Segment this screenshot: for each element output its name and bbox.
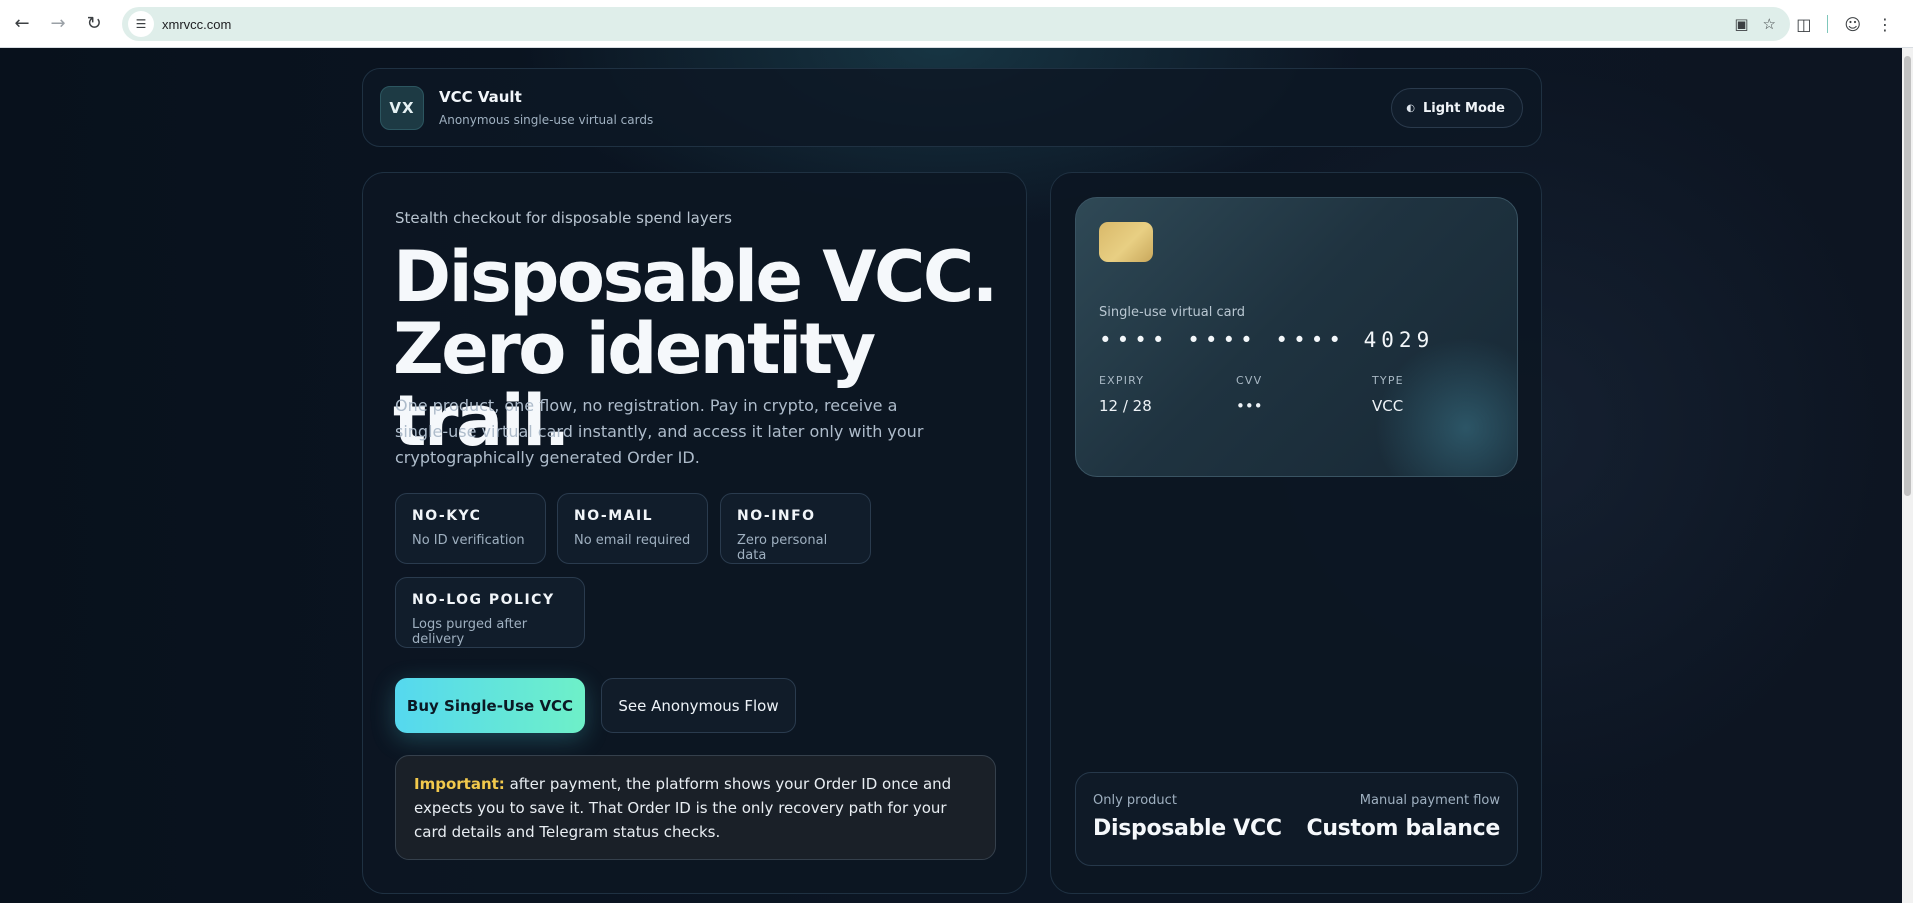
- logo[interactable]: VX: [380, 86, 424, 130]
- forward-icon[interactable]: →: [42, 8, 74, 40]
- buy-vcc-button[interactable]: Buy Single-Use VCC: [395, 678, 585, 733]
- type-label: TYPE: [1372, 374, 1404, 387]
- contrast-icon: ◐: [1406, 102, 1415, 114]
- translate-icon[interactable]: ▣: [1734, 15, 1748, 33]
- hero-lead: One product, one flow, no registration. …: [395, 396, 924, 467]
- bookmark-star-icon[interactable]: ☆: [1763, 15, 1776, 33]
- feature-title: NO-INFO: [737, 508, 816, 524]
- summary-product: Only product Disposable VCC: [1093, 793, 1282, 841]
- toolbar-divider: [1827, 15, 1829, 33]
- card-label: Single-use virtual card: [1099, 305, 1245, 320]
- card-expiry: EXPIRY 12 / 28: [1099, 374, 1152, 415]
- notice-label: Important:: [414, 775, 505, 793]
- site-info-icon[interactable]: ☰: [128, 11, 154, 37]
- scrollbar-thumb[interactable]: [1904, 56, 1911, 496]
- profile-icon[interactable]: ☺: [1844, 15, 1861, 34]
- browser-toolbar: ← → ↻ ☰ xmrvcc.com ▣ ☆ ◫ ☺ ⋮: [0, 0, 1913, 48]
- feature-no-kyc: NO-KYC No ID verification: [395, 493, 546, 564]
- site-header: VX VCC Vault Anonymous single-use virtua…: [362, 68, 1542, 147]
- hero-panel: Stealth checkout for disposable spend la…: [362, 172, 1027, 894]
- card-chip-icon: [1099, 222, 1153, 262]
- feature-no-mail: NO-MAIL No email required: [557, 493, 708, 564]
- expiry-value: 12 / 28: [1099, 397, 1152, 415]
- summary-product-label: Only product: [1093, 793, 1177, 808]
- summary-payment: Manual payment flow Custom balance: [1306, 793, 1500, 841]
- feature-title: NO-MAIL: [574, 508, 654, 524]
- feature-title: NO-LOG POLICY: [412, 592, 555, 608]
- order-id-notice: Important: after payment, the platform s…: [395, 755, 996, 860]
- feature-desc: No email required: [574, 533, 691, 548]
- feature-no-info: NO-INFO Zero personal data: [720, 493, 871, 564]
- cvv-value: •••: [1236, 397, 1263, 415]
- feature-no-log-policy: NO-LOG POLICY Logs purged after delivery: [395, 577, 585, 648]
- theme-toggle-button[interactable]: ◐ Light Mode: [1391, 88, 1523, 128]
- page-scrollbar[interactable]: [1902, 48, 1913, 903]
- summary-payment-label: Manual payment flow: [1359, 793, 1500, 808]
- hero-eyebrow: Stealth checkout for disposable spend la…: [395, 209, 732, 227]
- extensions-icon[interactable]: ◫: [1796, 15, 1811, 34]
- card-type: TYPE VCC: [1372, 374, 1404, 415]
- card-cvv: CVV •••: [1236, 374, 1263, 415]
- feature-title: NO-KYC: [412, 508, 482, 524]
- reload-icon[interactable]: ↻: [78, 8, 110, 40]
- virtual-card: Single-use virtual card •••• •••• •••• 4…: [1075, 197, 1518, 477]
- see-flow-button[interactable]: See Anonymous Flow: [601, 678, 796, 733]
- card-preview-panel: Single-use virtual card •••• •••• •••• 4…: [1050, 172, 1542, 894]
- brand-subtitle: Anonymous single-use virtual cards: [439, 113, 654, 127]
- url-text[interactable]: xmrvcc.com: [162, 17, 231, 32]
- theme-toggle-label: Light Mode: [1422, 100, 1505, 116]
- summary-product-value: Disposable VCC: [1093, 816, 1282, 841]
- feature-desc: Logs purged after delivery: [412, 617, 528, 647]
- brand-title: VCC Vault: [439, 88, 522, 106]
- address-bar[interactable]: ☰ xmrvcc.com ▣ ☆: [122, 7, 1790, 41]
- menu-icon[interactable]: ⋮: [1877, 15, 1893, 34]
- page: VX VCC Vault Anonymous single-use virtua…: [0, 48, 1913, 903]
- feature-desc: No ID verification: [412, 533, 525, 548]
- type-value: VCC: [1372, 397, 1404, 415]
- feature-desc: Zero personal data: [737, 533, 828, 563]
- headline-line-1: Disposable VCC.: [393, 236, 998, 318]
- summary-payment-value: Custom balance: [1306, 816, 1500, 841]
- card-number: •••• •••• •••• 4029: [1099, 328, 1435, 352]
- cvv-label: CVV: [1236, 374, 1263, 387]
- expiry-label: EXPIRY: [1099, 374, 1145, 387]
- product-summary: Only product Disposable VCC Manual payme…: [1075, 772, 1518, 866]
- back-icon[interactable]: ←: [6, 8, 38, 40]
